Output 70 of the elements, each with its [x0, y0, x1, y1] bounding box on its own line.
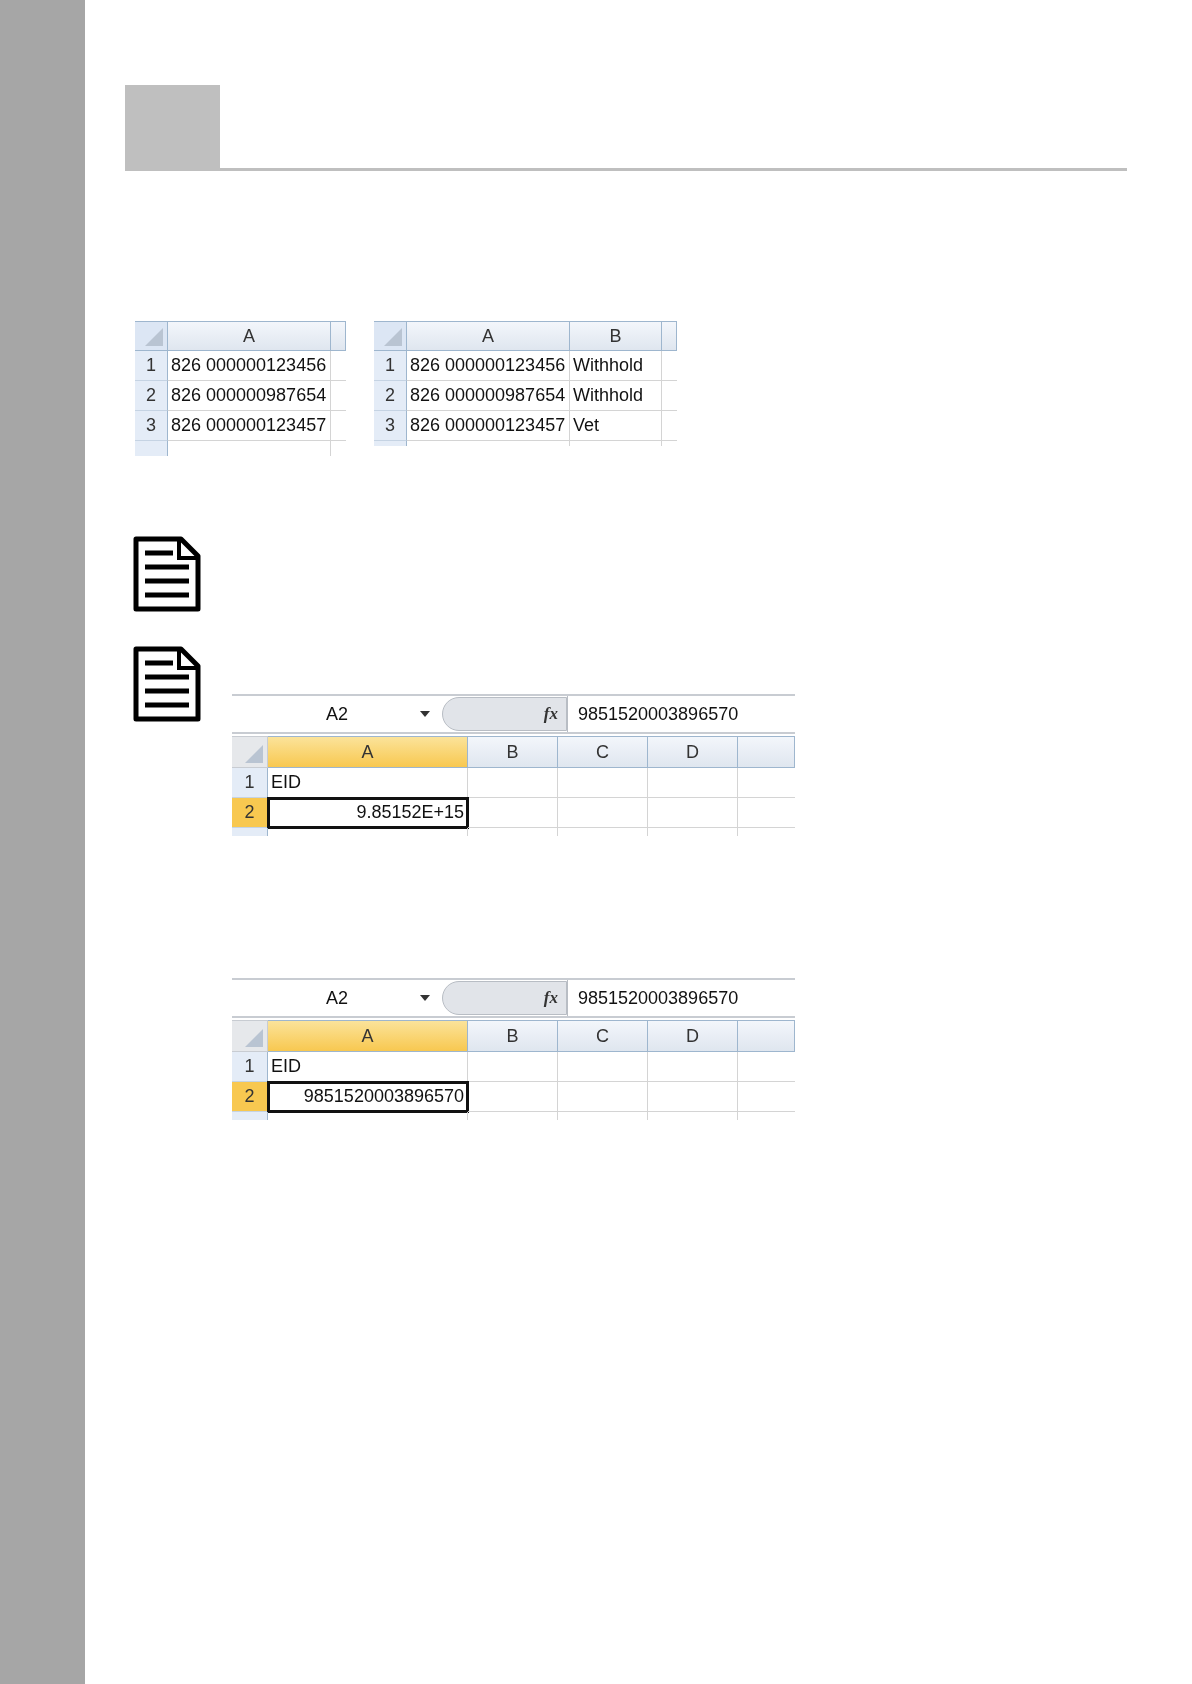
column-header[interactable]	[738, 736, 795, 768]
column-header[interactable]: A	[407, 321, 570, 351]
column-header[interactable]: D	[648, 736, 738, 768]
insert-function-label[interactable]: fx	[543, 988, 558, 1008]
table-cell: Withhold	[570, 381, 662, 411]
table-cell[interactable]: 9.85152E+15	[268, 798, 468, 828]
column-header[interactable]: C	[558, 736, 648, 768]
column-header[interactable]: B	[468, 736, 558, 768]
column-header[interactable]: B	[468, 1020, 558, 1052]
triangle-icon	[384, 328, 402, 346]
corner-header[interactable]	[135, 321, 168, 351]
row-number[interactable]: 1	[232, 1052, 268, 1082]
table-cell: 826 000000123456	[168, 351, 331, 381]
insert-function-label[interactable]: fx	[543, 704, 558, 724]
formula-field[interactable]: 9851520003896570	[567, 696, 795, 732]
row-number[interactable]: 1	[374, 351, 407, 381]
table-cell[interactable]	[648, 1082, 738, 1112]
row-number[interactable]: 2	[374, 381, 407, 411]
table-cell: Withhold	[570, 351, 662, 381]
table-cell[interactable]: EID	[268, 768, 468, 798]
table-cell[interactable]	[468, 1082, 558, 1112]
triangle-icon	[245, 745, 263, 763]
row-number[interactable]: 1	[232, 768, 268, 798]
table-cell: 826 000000123457	[168, 411, 331, 441]
column-header[interactable]: A	[268, 1020, 468, 1052]
table-cell[interactable]: EID	[268, 1052, 468, 1082]
table-cell[interactable]	[648, 768, 738, 798]
column-header[interactable]	[662, 321, 677, 351]
table-cell[interactable]: 9851520003896570	[268, 1082, 468, 1112]
row-number[interactable]: 2	[232, 1082, 268, 1112]
column-header[interactable]: C	[558, 1020, 648, 1052]
formula-field[interactable]: 9851520003896570	[567, 980, 795, 1016]
dropdown-caret-icon[interactable]	[420, 995, 430, 1001]
table-cell[interactable]	[468, 1052, 558, 1082]
table-cell[interactable]	[558, 1052, 648, 1082]
table-cell[interactable]	[648, 798, 738, 828]
name-box[interactable]: A2	[232, 703, 442, 725]
table-cell[interactable]	[558, 768, 648, 798]
row-number[interactable]: 3	[374, 411, 407, 441]
corner-header[interactable]	[232, 1020, 268, 1052]
table-cell[interactable]	[468, 798, 558, 828]
column-header[interactable]	[738, 1020, 795, 1052]
document-icon	[133, 646, 201, 722]
column-header[interactable]: B	[570, 321, 662, 351]
table-cell: 826 000000123456	[407, 351, 570, 381]
formula-bar-handle[interactable]: fx	[442, 981, 567, 1015]
document-icon	[133, 536, 201, 612]
column-header[interactable]	[331, 321, 346, 351]
column-header[interactable]: A	[268, 736, 468, 768]
dropdown-caret-icon[interactable]	[420, 711, 430, 717]
row-number[interactable]: 2	[232, 798, 268, 828]
table-cell: 826 000000123457	[407, 411, 570, 441]
formula-bar-handle[interactable]: fx	[442, 697, 567, 731]
table-cell[interactable]	[558, 1082, 648, 1112]
table-cell[interactable]	[468, 768, 558, 798]
corner-header[interactable]	[374, 321, 407, 351]
table-cell[interactable]	[558, 798, 648, 828]
table-cell: 826 000000987654	[407, 381, 570, 411]
table-cell: Vet	[570, 411, 662, 441]
column-header[interactable]: D	[648, 1020, 738, 1052]
name-box[interactable]: A2	[232, 987, 442, 1009]
row-number[interactable]: 3	[135, 411, 168, 441]
table-cell: 826 000000987654	[168, 381, 331, 411]
row-number[interactable]: 2	[135, 381, 168, 411]
row-number[interactable]: 1	[135, 351, 168, 381]
triangle-icon	[145, 328, 163, 346]
table-cell[interactable]	[648, 1052, 738, 1082]
column-header[interactable]: A	[168, 321, 331, 351]
corner-header[interactable]	[232, 736, 268, 768]
triangle-icon	[245, 1029, 263, 1047]
